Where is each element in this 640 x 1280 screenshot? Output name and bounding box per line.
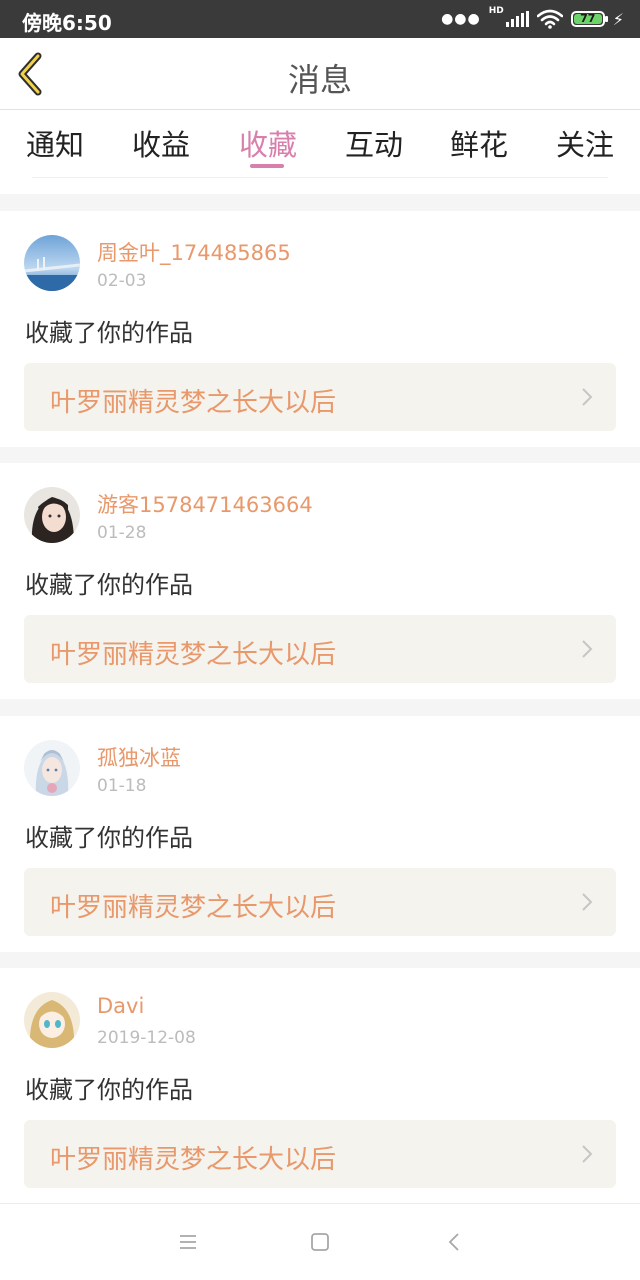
message-date: 01-28: [97, 523, 147, 543]
tab-favorites[interactable]: 收藏: [228, 122, 308, 164]
message-date: 02-03: [97, 271, 147, 291]
dots-icon: ●●●: [441, 11, 481, 27]
active-tab-indicator: [250, 164, 284, 168]
message-text: 收藏了你的作品: [25, 571, 193, 599]
message-card[interactable]: 孤独冰蓝 01-18 收藏了你的作品 叶罗丽精灵梦之长大以后: [0, 716, 640, 952]
status-time: 傍晚6:50: [22, 11, 112, 35]
message-date: 2019-12-08: [97, 1028, 196, 1048]
work-link[interactable]: 叶罗丽精灵梦之长大以后: [24, 1120, 616, 1188]
message-text: 收藏了你的作品: [25, 1076, 193, 1104]
chevron-right-icon: [582, 640, 593, 658]
network-type-label: HD: [488, 6, 504, 16]
tab-bar: 通知 收益 收藏 互动 鲜花 关注: [0, 110, 640, 194]
back-icon[interactable]: [443, 1230, 467, 1254]
work-title: 叶罗丽精灵梦之长大以后: [50, 893, 337, 923]
battery-level: 77: [573, 13, 602, 24]
status-bar: 傍晚6:50 ●●● HD 77 ⚡: [0, 0, 640, 38]
home-icon[interactable]: [308, 1230, 332, 1254]
tab-flowers[interactable]: 鲜花: [439, 122, 519, 164]
chevron-right-icon: [582, 388, 593, 406]
tab-follows[interactable]: 关注: [545, 122, 625, 164]
tab-earnings[interactable]: 收益: [121, 122, 201, 164]
message-text: 收藏了你的作品: [25, 319, 193, 347]
tab-interactions[interactable]: 互动: [334, 122, 414, 164]
signal-icon: [505, 11, 529, 27]
header: 消息: [0, 38, 640, 110]
page-title: 消息: [287, 61, 352, 99]
message-date: 01-18: [97, 776, 147, 796]
work-link[interactable]: 叶罗丽精灵梦之长大以后: [24, 615, 616, 683]
message-card[interactable]: 游客1578471463664 01-28 收藏了你的作品 叶罗丽精灵梦之长大以…: [0, 463, 640, 699]
charging-icon: ⚡: [612, 9, 624, 29]
message-text: 收藏了你的作品: [25, 824, 193, 852]
tab-notifications[interactable]: 通知: [15, 122, 95, 164]
wifi-icon: [536, 9, 563, 29]
work-title: 叶罗丽精灵梦之长大以后: [50, 388, 337, 418]
avatar[interactable]: [24, 992, 80, 1048]
avatar[interactable]: [24, 740, 80, 796]
system-nav-bar: [0, 1203, 640, 1280]
status-icons: ●●● HD 77 ⚡: [441, 0, 624, 38]
username[interactable]: 孤独冰蓝: [97, 742, 181, 772]
avatar[interactable]: [24, 487, 80, 543]
chevron-right-icon: [582, 1145, 593, 1163]
avatar[interactable]: [24, 235, 80, 291]
battery-icon: 77: [570, 11, 608, 27]
username[interactable]: 周金叶_174485865: [97, 237, 291, 267]
chevron-right-icon: [582, 893, 593, 911]
work-title: 叶罗丽精灵梦之长大以后: [50, 640, 337, 670]
work-title: 叶罗丽精灵梦之长大以后: [50, 1145, 337, 1175]
tabs-divider: [32, 177, 608, 178]
message-card[interactable]: 周金叶_174485865 02-03 收藏了你的作品 叶罗丽精灵梦之长大以后: [0, 211, 640, 447]
menu-icon[interactable]: [176, 1230, 200, 1254]
work-link[interactable]: 叶罗丽精灵梦之长大以后: [24, 868, 616, 936]
username[interactable]: Davi: [97, 994, 144, 1018]
username[interactable]: 游客1578471463664: [97, 489, 313, 519]
message-card[interactable]: Davi 2019-12-08 收藏了你的作品 叶罗丽精灵梦之长大以后: [0, 968, 640, 1204]
work-link[interactable]: 叶罗丽精灵梦之长大以后: [24, 363, 616, 431]
